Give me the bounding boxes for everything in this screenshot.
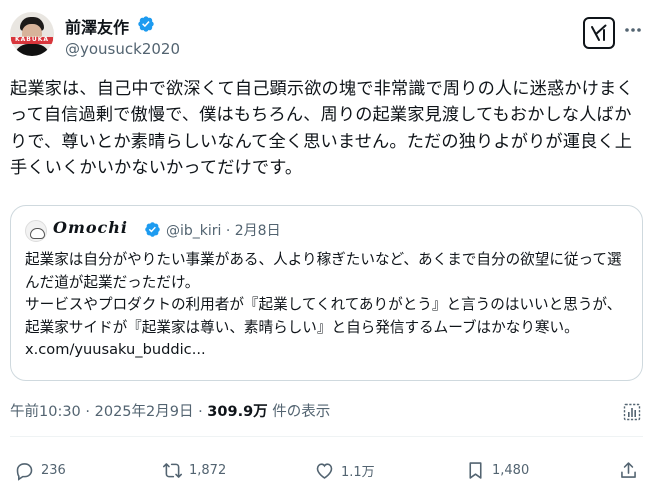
share-button[interactable]	[618, 455, 639, 485]
author-handle[interactable]: @yousuck2020	[65, 40, 180, 58]
quote-text: 起業家は自分がやりたい事業がある、人より稼ぎたいなど、あくまで自分の欲望に従って…	[25, 249, 631, 362]
quote-text-paragraph-2: サービスやプロダクトの利用者が『起業してくれてありがとう』と言うのはいいと思うが…	[25, 296, 622, 358]
verified-badge-icon	[145, 222, 160, 237]
more-icon[interactable]	[623, 20, 643, 40]
grok-icon	[591, 24, 607, 41]
author-display-name[interactable]: 前澤友作	[65, 14, 129, 38]
repost-count: 1,872	[189, 462, 227, 478]
bookmark-button[interactable]: 1,480	[465, 455, 529, 485]
divider	[10, 436, 643, 437]
tweet-text: 起業家は、自己中で欲深くて自己顕示欲の塊で非常識で周りの人に迷惑かけまくって自信…	[10, 79, 634, 179]
quote-avatar	[25, 220, 47, 242]
like-count: 1.1万	[341, 464, 375, 480]
tweet-header: KABUKA 前澤友作 @yousuck2020	[10, 6, 641, 62]
tweet-meta: 午前10:30 · 2025年2月9日 · 309.9万 件の表示	[10, 400, 330, 421]
repost-button[interactable]: 1,872	[162, 455, 226, 485]
quote-text-paragraph-1: 起業家は自分がやりたい事業がある、人より稼ぎたいなど、あくまで自分の欲望に従って…	[25, 251, 622, 291]
share-icon	[621, 461, 636, 478]
reply-button[interactable]: 236	[14, 455, 66, 485]
verified-badge-icon	[138, 16, 154, 32]
avatar[interactable]: KABUKA	[10, 12, 54, 56]
timestamp[interactable]: 午前10:30 · 2025年2月9日 ·	[10, 404, 207, 420]
reply-icon	[16, 462, 33, 481]
views-count: 309.9万	[207, 404, 268, 420]
reply-count: 236	[41, 462, 66, 478]
bookmark-count: 1,480	[492, 462, 530, 478]
quote-display-name: Omochi	[53, 218, 128, 237]
repost-icon	[162, 462, 183, 478]
like-icon	[316, 462, 333, 479]
views-label: 件の表示	[267, 404, 331, 420]
quote-handle-date: @ib_kiri · 2月8日	[166, 223, 281, 239]
avatar-tag-text: KABUKA	[15, 36, 50, 43]
like-button[interactable]: 1.1万	[314, 455, 375, 485]
quoted-tweet[interactable]: Omochi @ib_kiri · 2月8日 起業家は自分がやりたい事業がある、…	[10, 205, 643, 381]
grok-button[interactable]	[583, 17, 615, 49]
action-bar: 236 1,872 1.1万 1,480	[0, 455, 651, 485]
bookmark-icon	[469, 461, 482, 479]
analytics-icon[interactable]	[622, 402, 642, 422]
